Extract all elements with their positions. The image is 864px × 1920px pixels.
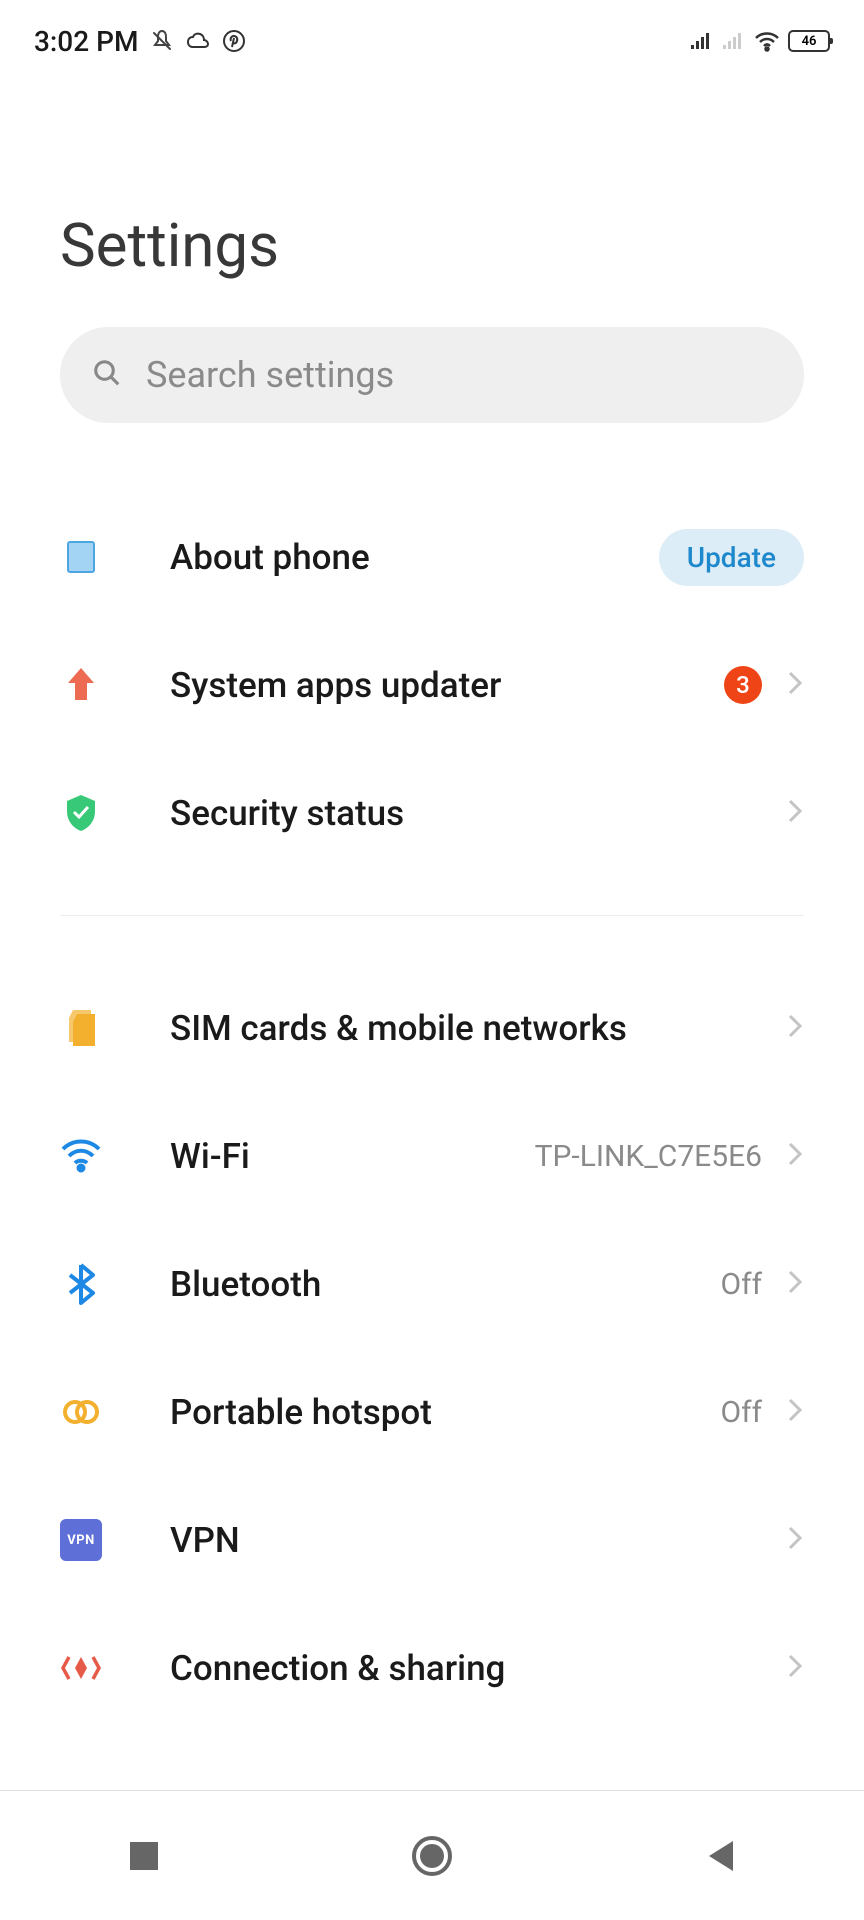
- search-input[interactable]: Search settings: [60, 327, 804, 423]
- hotspot-value: Off: [721, 1395, 763, 1430]
- bluetooth-label: Bluetooth: [170, 1264, 721, 1305]
- status-time: 3:02 PM: [34, 25, 138, 58]
- vpn-icon: VPN: [60, 1519, 102, 1561]
- connection-sharing-label: Connection & sharing: [170, 1648, 786, 1689]
- system-apps-label: System apps updater: [170, 665, 724, 706]
- wifi-value: TP-LINK_C7E5E6: [535, 1139, 762, 1174]
- sim-cards-label: SIM cards & mobile networks: [170, 1008, 786, 1049]
- chevron-right-icon: [786, 669, 804, 701]
- connection-sharing-item[interactable]: Connection & sharing: [60, 1604, 804, 1732]
- chevron-right-icon: [786, 1268, 804, 1300]
- wifi-status-icon: [754, 30, 780, 52]
- system-apps-updater-item[interactable]: System apps updater 3: [60, 621, 804, 749]
- home-button[interactable]: [382, 1806, 482, 1906]
- security-status-label: Security status: [170, 793, 786, 834]
- update-count-badge: 3: [724, 666, 762, 704]
- cloud-icon: [186, 31, 210, 51]
- update-arrow-icon: [60, 664, 102, 706]
- bluetooth-item[interactable]: Bluetooth Off: [60, 1220, 804, 1348]
- about-phone-item[interactable]: About phone Update: [60, 493, 804, 621]
- signal-icon: [690, 31, 714, 51]
- navigation-bar: [0, 1790, 864, 1920]
- vpn-label: VPN: [170, 1520, 786, 1561]
- search-placeholder: Search settings: [146, 354, 394, 396]
- recent-apps-button[interactable]: [94, 1806, 194, 1906]
- chevron-right-icon: [786, 1652, 804, 1684]
- section-divider: [60, 915, 804, 916]
- about-phone-icon: [60, 536, 102, 578]
- mute-icon: [150, 29, 174, 53]
- bluetooth-value: Off: [721, 1267, 763, 1302]
- search-icon: [92, 358, 122, 392]
- security-status-item[interactable]: Security status: [60, 749, 804, 877]
- battery-icon: 46: [788, 30, 830, 52]
- chevron-right-icon: [786, 1140, 804, 1172]
- chevron-right-icon: [786, 1524, 804, 1556]
- back-button[interactable]: [670, 1806, 770, 1906]
- signal-weak-icon: [722, 31, 746, 51]
- update-badge[interactable]: Update: [659, 529, 804, 586]
- wifi-icon: [60, 1135, 102, 1177]
- chevron-right-icon: [786, 797, 804, 829]
- hotspot-label: Portable hotspot: [170, 1392, 721, 1433]
- wifi-label: Wi-Fi: [170, 1136, 535, 1177]
- bluetooth-icon: [60, 1263, 102, 1305]
- page-title: Settings: [60, 210, 804, 281]
- chevron-right-icon: [786, 1396, 804, 1428]
- sim-card-icon: [60, 1007, 102, 1049]
- chevron-right-icon: [786, 1012, 804, 1044]
- wifi-item[interactable]: Wi-Fi TP-LINK_C7E5E6: [60, 1092, 804, 1220]
- status-bar: 3:02 PM: [0, 0, 864, 70]
- hotspot-item[interactable]: Portable hotspot Off: [60, 1348, 804, 1476]
- shield-check-icon: [60, 792, 102, 834]
- pinterest-icon: [222, 29, 246, 53]
- sim-cards-item[interactable]: SIM cards & mobile networks: [60, 964, 804, 1092]
- connection-sharing-icon: [60, 1647, 102, 1689]
- vpn-item[interactable]: VPN VPN: [60, 1476, 804, 1604]
- about-phone-label: About phone: [170, 537, 659, 578]
- hotspot-icon: [60, 1391, 102, 1433]
